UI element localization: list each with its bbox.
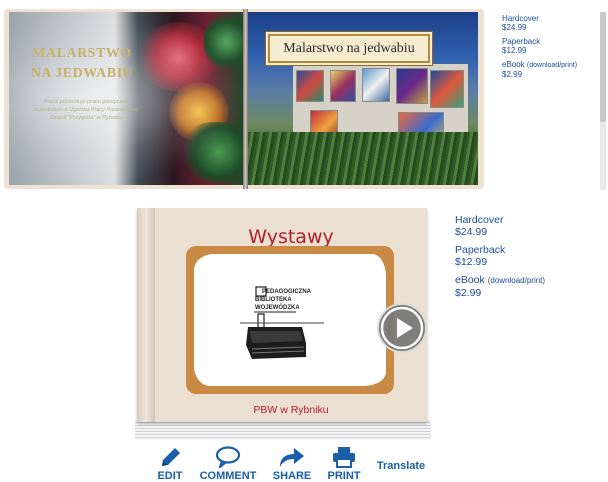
logo-line-2: BIBLIOTEKA xyxy=(255,297,292,303)
price-hardcover[interactable]: Hardcover $24.99 xyxy=(502,14,577,32)
top-price-list: Hardcover $24.99 Paperback $12.99 eBook … xyxy=(502,14,577,84)
book-title: Wystawy xyxy=(248,226,334,248)
price-ebook[interactable]: eBook (download/print) $2.99 xyxy=(455,274,545,299)
printer-icon xyxy=(333,447,355,468)
comment-button[interactable]: COMMENT xyxy=(196,446,260,482)
ebook-label-line[interactable]: eBook (download/print) xyxy=(502,60,577,70)
translate-button[interactable]: Translate xyxy=(372,460,430,472)
paperback-price[interactable]: $12.99 xyxy=(455,256,545,268)
share-button[interactable]: SHARE xyxy=(268,446,316,482)
hardcover-label[interactable]: Hardcover xyxy=(502,14,577,23)
exhibit-painting xyxy=(330,70,356,102)
hardcover-price[interactable]: $24.99 xyxy=(455,226,545,238)
ebook-label[interactable]: eBook xyxy=(455,274,485,286)
book-page-edges xyxy=(135,420,431,440)
share-label: SHARE xyxy=(272,470,312,482)
ebook-price[interactable]: $2.99 xyxy=(502,70,577,79)
price-hardcover[interactable]: Hardcover $24.99 xyxy=(455,214,545,238)
share-arrow-icon xyxy=(280,448,304,467)
library-logo: PEDAGOGICZNA BIBLIOTEKA WOJEWÓDZKA xyxy=(240,286,324,359)
ebook-note[interactable]: (download/print) xyxy=(527,62,577,69)
cover-subtitle: Praca prezentuje prace plastyczne uczest… xyxy=(33,99,139,121)
book-stack-top xyxy=(250,331,303,343)
play-icon[interactable] xyxy=(377,303,427,353)
exhibit-painting xyxy=(296,70,324,102)
hardcover-price[interactable]: $24.99 xyxy=(502,23,577,32)
hardcover-label[interactable]: Hardcover xyxy=(455,214,545,226)
book-hinge xyxy=(137,208,155,422)
translate-label: Translate xyxy=(376,460,426,472)
price-ebook[interactable]: eBook (download/print) $2.99 xyxy=(502,60,577,79)
exhibit-painting xyxy=(396,68,428,104)
price-paperback[interactable]: Paperback $12.99 xyxy=(502,37,577,55)
paperback-label[interactable]: Paperback xyxy=(455,244,545,256)
scrollbar-thumb[interactable] xyxy=(600,12,606,122)
logo-line-1: PEDAGOGICZNA xyxy=(262,289,312,295)
print-button[interactable]: PRINT xyxy=(322,446,366,482)
paperback-price[interactable]: $12.99 xyxy=(502,46,577,55)
grass-foreground xyxy=(248,132,478,185)
scrollbar[interactable] xyxy=(600,12,606,190)
cover-title: MALARSTWO NA JEDWABIU xyxy=(30,46,134,81)
bottom-price-list: Hardcover $24.99 Paperback $12.99 eBook … xyxy=(455,214,545,305)
logo-line-3: WOJEWÓDZKA xyxy=(255,303,300,311)
speech-bubble-icon xyxy=(215,446,241,468)
pencil-icon xyxy=(162,448,180,466)
paperback-label[interactable]: Paperback xyxy=(502,37,577,46)
ebook-label[interactable]: eBook xyxy=(502,60,525,69)
ebook-label-line[interactable]: eBook (download/print) xyxy=(455,274,545,287)
edit-label: EDIT xyxy=(157,470,183,482)
page-title-plaque: Malarstwo na jedwabiu xyxy=(268,34,430,63)
top-book-spread[interactable]: MALARSTWO NA JEDWABIU Praca prezentuje p… xyxy=(4,9,484,189)
exhibit-painting xyxy=(362,68,390,102)
edit-button[interactable]: EDIT xyxy=(150,446,190,482)
ebook-price[interactable]: $2.99 xyxy=(455,287,545,299)
print-label: PRINT xyxy=(327,470,361,482)
book-cover-left-page: MALARSTWO NA JEDWABIU Praca prezentuje p… xyxy=(9,12,244,185)
ebook-note[interactable]: (download/print) xyxy=(488,276,545,285)
price-paperback[interactable]: Paperback $12.99 xyxy=(455,244,545,268)
action-bar: EDIT COMMENT SHARE PRINT Translate xyxy=(0,446,608,482)
exhibit-painting xyxy=(430,70,464,108)
book-subtitle: PBW w Rybniku xyxy=(253,404,329,416)
comment-label: COMMENT xyxy=(199,470,257,482)
